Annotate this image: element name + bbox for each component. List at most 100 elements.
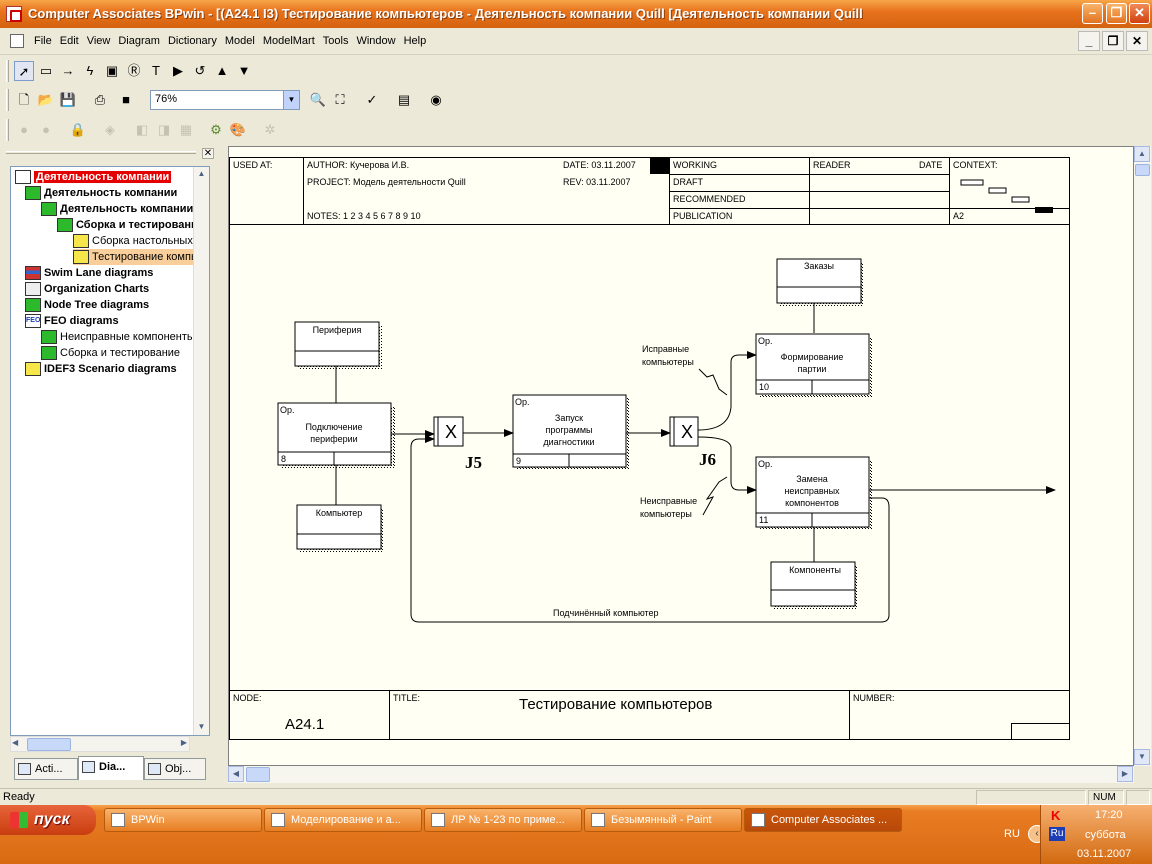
save-icon[interactable]: 💾 [58,90,78,110]
status-text: Ready [3,791,35,803]
language-indicator[interactable]: RU [1004,828,1020,840]
menu-file[interactable]: File [30,35,56,47]
task-bpwin-app[interactable]: Computer Associates ... [744,808,902,832]
restore-button[interactable]: ❐ [1106,3,1127,24]
diagram-canvas[interactable]: USED AT: AUTHOR: Кучерова И.В. PROJECT: … [229,147,1133,765]
mdi-restore-button[interactable]: ❐ [1102,31,1124,51]
app-icon[interactable] [6,6,22,22]
library-icon[interactable]: ◈ [100,120,120,140]
mdi-close-button[interactable]: ✕ [1126,31,1148,51]
folder-icon [111,813,125,827]
tree-item[interactable]: Неисправные компоненты [41,329,197,345]
connect-icon[interactable]: ● [14,120,34,140]
scroll-right-icon[interactable]: ▶ [1117,766,1133,782]
task-bpwin-folder[interactable]: BPWin [104,808,262,832]
color-palette-icon[interactable]: ■ [116,90,136,110]
arrow-tool-icon[interactable]: → [58,61,78,81]
help-icon[interactable]: ✲ [260,120,280,140]
document-icon[interactable] [10,34,24,48]
menu-help[interactable]: Help [400,35,431,47]
go-down-tool-icon[interactable]: ▼ [234,61,254,81]
session-icon[interactable]: ⚙ [206,120,226,140]
activity-box-tool-icon[interactable]: ▭ [36,61,56,81]
refresh-icon[interactable]: ◨ [154,120,174,140]
scroll-left-icon[interactable]: ◀ [12,738,18,747]
palette-icon[interactable]: 🎨 [228,120,248,140]
close-panel-icon[interactable]: ✕ [202,148,214,159]
project-label: PROJECT: Модель деятельности Quill [307,177,466,187]
tree-item[interactable]: Сборка настольных [73,233,197,249]
new-file-icon[interactable]: 🗋 [14,90,34,110]
green-diagram-icon [25,186,41,201]
modelmart-icon[interactable]: ◉ [426,90,446,110]
referent-tool-icon[interactable]: ▣ [102,61,122,81]
rev-label: REV: 03.11.2007 [563,177,631,187]
menu-window[interactable]: Window [352,35,399,47]
mdi-minimize-button[interactable]: _ [1078,31,1100,51]
external-ref-tool-icon[interactable]: Ⓡ [124,61,144,81]
close-button[interactable]: ✕ [1129,3,1150,24]
menu-edit[interactable]: Edit [56,35,83,47]
tree-item[interactable]: Деятельность компании [25,185,197,201]
play-tool-icon[interactable]: ▶ [168,61,188,81]
menu-view[interactable]: View [83,35,115,47]
horizontal-scroll-thumb[interactable] [246,767,270,782]
zoom-fit-icon[interactable]: ⛶ [330,90,350,110]
disconnect-icon[interactable]: ● [36,120,56,140]
recommended-label: RECOMMENDED [673,194,746,204]
chevron-down-icon[interactable]: ▼ [283,91,299,109]
task-word-modeling[interactable]: Моделирование и а... [264,808,422,832]
tree-item[interactable]: Деятельность компании [15,169,197,185]
open-folder-icon[interactable]: 📂 [36,90,56,110]
menu-model[interactable]: Model [221,35,259,47]
scroll-down-icon[interactable]: ▼ [194,720,209,735]
tree-item[interactable]: Сборка и тестирование [57,217,204,233]
task-word-lab[interactable]: ЛР № 1-23 по приме... [424,808,582,832]
tree-vertical-scrollbar[interactable]: ▲ ▼ [193,167,209,735]
tree-item[interactable]: Сборка и тестирование [41,345,197,361]
tree-item[interactable]: Organization Charts [25,281,197,297]
task-paint[interactable]: Безымянный - Paint [584,808,742,832]
menu-dictionary[interactable]: Dictionary [164,35,221,47]
menu-diagram[interactable]: Diagram [114,35,164,47]
tree-item[interactable]: Swim Lane diagrams [25,265,197,281]
squiggle-tool-icon[interactable]: ϟ [80,61,100,81]
scroll-up-icon[interactable]: ▲ [1134,146,1150,162]
scroll-left-icon[interactable]: ◀ [228,766,244,782]
menu-modelmart[interactable]: ModelMart [259,35,319,47]
start-button[interactable]: пуск [0,805,96,835]
spell-check-icon[interactable]: ✓ [362,90,382,110]
menu-tools[interactable]: Tools [319,35,353,47]
scroll-right-icon[interactable]: ▶ [181,738,187,747]
tree-item[interactable]: IDEF3 Scenario diagrams [25,361,197,377]
tree-item[interactable]: Node Tree diagrams [25,297,197,313]
tree-item[interactable]: Деятельность компании [41,201,197,217]
zoom-in-icon[interactable]: 🔍 [308,90,328,110]
rotate-tool-icon[interactable]: ↺ [190,61,210,81]
merge-icon[interactable]: ◧ [132,120,152,140]
print-icon[interactable]: ⎙ [90,90,110,110]
clock-time[interactable]: 17:20 [1095,809,1123,821]
zoom-select[interactable]: 76% ▼ [150,90,300,110]
tree-item[interactable]: FEO FEO diagrams [25,313,197,329]
vertical-scroll-thumb[interactable] [1135,164,1150,176]
status-bar: Ready NUM [0,788,1152,805]
model-explorer-icon[interactable]: ▤ [394,90,414,110]
text-tool-icon[interactable]: T [146,61,166,81]
pointer-tool-icon[interactable]: ➚ [14,61,34,81]
canvas-vertical-scrollbar[interactable]: ▲ ▼ [1134,146,1151,766]
scroll-up-icon[interactable]: ▲ [194,167,209,182]
kaspersky-icon[interactable]: K [1051,808,1060,823]
tab-diagrams[interactable]: Dia... [78,756,144,780]
tab-objects[interactable]: Obj... [144,758,206,780]
tab-activities[interactable]: Acti... [14,758,78,780]
grid-icon[interactable]: ▦ [176,120,196,140]
minimize-button[interactable]: – [1082,3,1103,24]
tree-item[interactable]: Тестирование компьютеров [73,249,209,265]
scroll-down-icon[interactable]: ▼ [1134,749,1150,765]
go-up-tool-icon[interactable]: ▲ [212,61,232,81]
keyboard-layout-icon[interactable]: Ru [1049,827,1065,841]
canvas-horizontal-scrollbar[interactable]: ◀ ▶ [228,766,1134,783]
tree-horizontal-scrollbar[interactable]: ◀ ▶ [10,736,190,752]
lock-icon[interactable]: 🔒 [68,120,88,140]
